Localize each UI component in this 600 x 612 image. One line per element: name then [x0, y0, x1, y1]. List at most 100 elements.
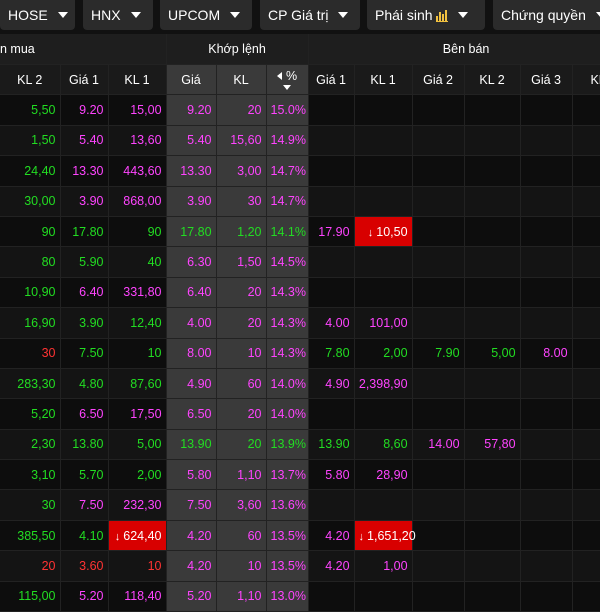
cell-value: 17.90: [318, 224, 350, 239]
cell-value: 1,50: [31, 133, 56, 148]
cell-value: 15,60: [230, 133, 262, 148]
cell-value: 5.80: [187, 467, 212, 482]
table-row[interactable]: 24,40 13.30 443,60 13.30 3,00 14.7%: [0, 155, 600, 187]
chevron-down-icon: [595, 12, 600, 18]
cell-value: 14.9%: [270, 133, 306, 148]
table-cell: 14.1%: [266, 216, 309, 248]
column-header[interactable]: Giá: [166, 64, 217, 96]
table-cell: 10,90: [0, 277, 61, 309]
table-row[interactable]: 1,50 5.40 13,60 5.40 15,60 14.9%: [0, 125, 600, 157]
table-cell: [308, 186, 355, 217]
column-header[interactable]: KL: [572, 64, 600, 96]
table-cell: 10: [216, 550, 267, 582]
cell-value: 17,50: [130, 406, 162, 421]
table-row[interactable]: 283,30 4.80 87,60 4.90 60 14.0% 4.90 2,398,90: [0, 368, 600, 400]
cell-value: 10: [247, 558, 262, 573]
cell-value: 4.20: [187, 528, 212, 543]
table-cell: 232,30: [108, 489, 167, 521]
table-row[interactable]: 16,90 3.90 12,40 4.00 20 14.3% 4.00 101,00: [0, 307, 600, 339]
cell-value: 13.6%: [270, 498, 306, 513]
tab-upcom[interactable]: UPCOM: [160, 0, 252, 30]
table-cell: [464, 307, 521, 339]
table-row[interactable]: 20 3.60 10 4.20 10 13.5% 4.20 1,00: [0, 550, 600, 582]
cell-value: 13.5%: [270, 558, 306, 573]
column-header[interactable]: Giá 2: [412, 64, 465, 96]
cell-value: 331,80: [123, 285, 162, 300]
table-row[interactable]: 10,90 6.40 331,80 6.40 20 14.3%: [0, 277, 600, 309]
table-cell: [464, 155, 521, 187]
arrow-down-icon: ↓: [114, 530, 121, 543]
column-header[interactable]: Giá 1: [308, 64, 355, 96]
table-cell: [412, 277, 465, 309]
sort-left-icon[interactable]: [276, 72, 282, 81]
table-cell: 90: [0, 216, 61, 248]
table-cell: 10: [216, 338, 267, 369]
table-row[interactable]: 90 17.80 90 17.80 1,20 14.1% 17.90 ↓ 10,50: [0, 216, 600, 248]
table-cell: 6.50: [60, 398, 109, 430]
tab-phai-sinh[interactable]: Phái sinh: [367, 0, 485, 30]
table-row[interactable]: 30 7.50 232,30 7.50 3,60 13.6%: [0, 489, 600, 521]
table-cell: [520, 94, 573, 126]
tab-hnx[interactable]: HNX: [83, 0, 153, 30]
cell-value: 10: [247, 346, 262, 361]
table-cell: 15.0%: [266, 94, 309, 126]
cell-value: 232,30: [123, 498, 162, 513]
table-cell: 13.7%: [266, 459, 309, 491]
cell-value: 10,90: [24, 285, 56, 300]
table-cell: 40: [108, 246, 167, 278]
tab-hose[interactable]: HOSE: [0, 0, 75, 30]
table-row[interactable]: 385,50 4.10 ↓ 624,40 4.20 60 13.5% 4.20 ↓ 1,651,2…: [0, 520, 600, 552]
table-cell: 13.0%: [266, 581, 309, 612]
table-cell: 20: [216, 398, 267, 430]
column-header[interactable]: KL 2: [464, 64, 521, 96]
column-header[interactable]: KL 1: [108, 64, 167, 96]
cell-value: 20: [41, 558, 56, 573]
table-row[interactable]: 30,00 3.90 868,00 3.90 30 14.7%: [0, 186, 600, 217]
cell-value: 13.80: [72, 437, 104, 452]
table-cell: 14.7%: [266, 155, 309, 187]
table-row[interactable]: 30 7.50 10 8.00 10 14.3% 7.80 2,00 7.90 5,00 8.00 9: [0, 338, 600, 369]
table-cell: 7.50: [60, 489, 109, 521]
cell-value: 1,50: [237, 255, 262, 270]
cell-value: 13.5%: [270, 528, 306, 543]
tab-chung-quyen[interactable]: Chứng quyền: [493, 0, 600, 30]
column-header[interactable]: KL 1: [354, 64, 413, 96]
column-header[interactable]: %: [266, 64, 309, 96]
table-cell: [308, 398, 355, 430]
cell-value: 14.7%: [270, 163, 306, 178]
cell-value: 5.20: [187, 589, 212, 604]
table-row[interactable]: 5,50 9.20 15,00 9.20 20 15.0%: [0, 94, 600, 126]
cell-value: 13.30: [72, 163, 104, 178]
cell-value: 7.90: [435, 346, 460, 361]
sort-down-icon[interactable]: [283, 85, 292, 91]
column-header[interactable]: KL 2: [0, 64, 61, 96]
table-row[interactable]: 115,00 5.20 118,40 5.20 1,10 13.0%: [0, 581, 600, 612]
cell-value: 4.20: [325, 558, 350, 573]
cell-value: 14.5%: [270, 255, 306, 270]
column-header[interactable]: Giá 1: [60, 64, 109, 96]
table-cell: 4.00: [308, 307, 355, 339]
table-row[interactable]: 5,20 6.50 17,50 6.50 20 14.0%: [0, 398, 600, 430]
cell-value: 14.0%: [270, 406, 306, 421]
column-header[interactable]: Giá 3: [520, 64, 573, 96]
table-cell: 5.40: [60, 125, 109, 157]
table-row[interactable]: 2,30 13.80 5,00 13.90 20 13.9% 13.90 8,60 14.00 5…: [0, 429, 600, 461]
cell-value: 5.40: [187, 133, 212, 148]
table-cell: 4.00: [166, 307, 217, 339]
cell-value: 13,60: [130, 133, 162, 148]
table-cell: 30: [0, 489, 61, 521]
table-cell: 3,00: [216, 155, 267, 187]
table-cell: [572, 520, 600, 552]
table-row[interactable]: 80 5.90 40 6.30 1,50 14.5%: [0, 246, 600, 278]
tab-cp-gia-tri[interactable]: CP Giá trị: [260, 0, 360, 30]
table-cell: 2,00: [354, 338, 413, 369]
table-cell: 3,10: [0, 459, 61, 491]
table-cell: 3.90: [60, 307, 109, 339]
cell-value: 20: [247, 315, 262, 330]
table-cell: 17.80: [60, 216, 109, 248]
table-cell: 3.60: [60, 550, 109, 582]
column-header[interactable]: KL: [216, 64, 267, 96]
cell-value: 14.00: [428, 437, 460, 452]
cell-value: 13.90: [180, 437, 212, 452]
table-row[interactable]: 3,10 5.70 2,00 5.80 1,10 13.7% 5.80 28,90: [0, 459, 600, 491]
